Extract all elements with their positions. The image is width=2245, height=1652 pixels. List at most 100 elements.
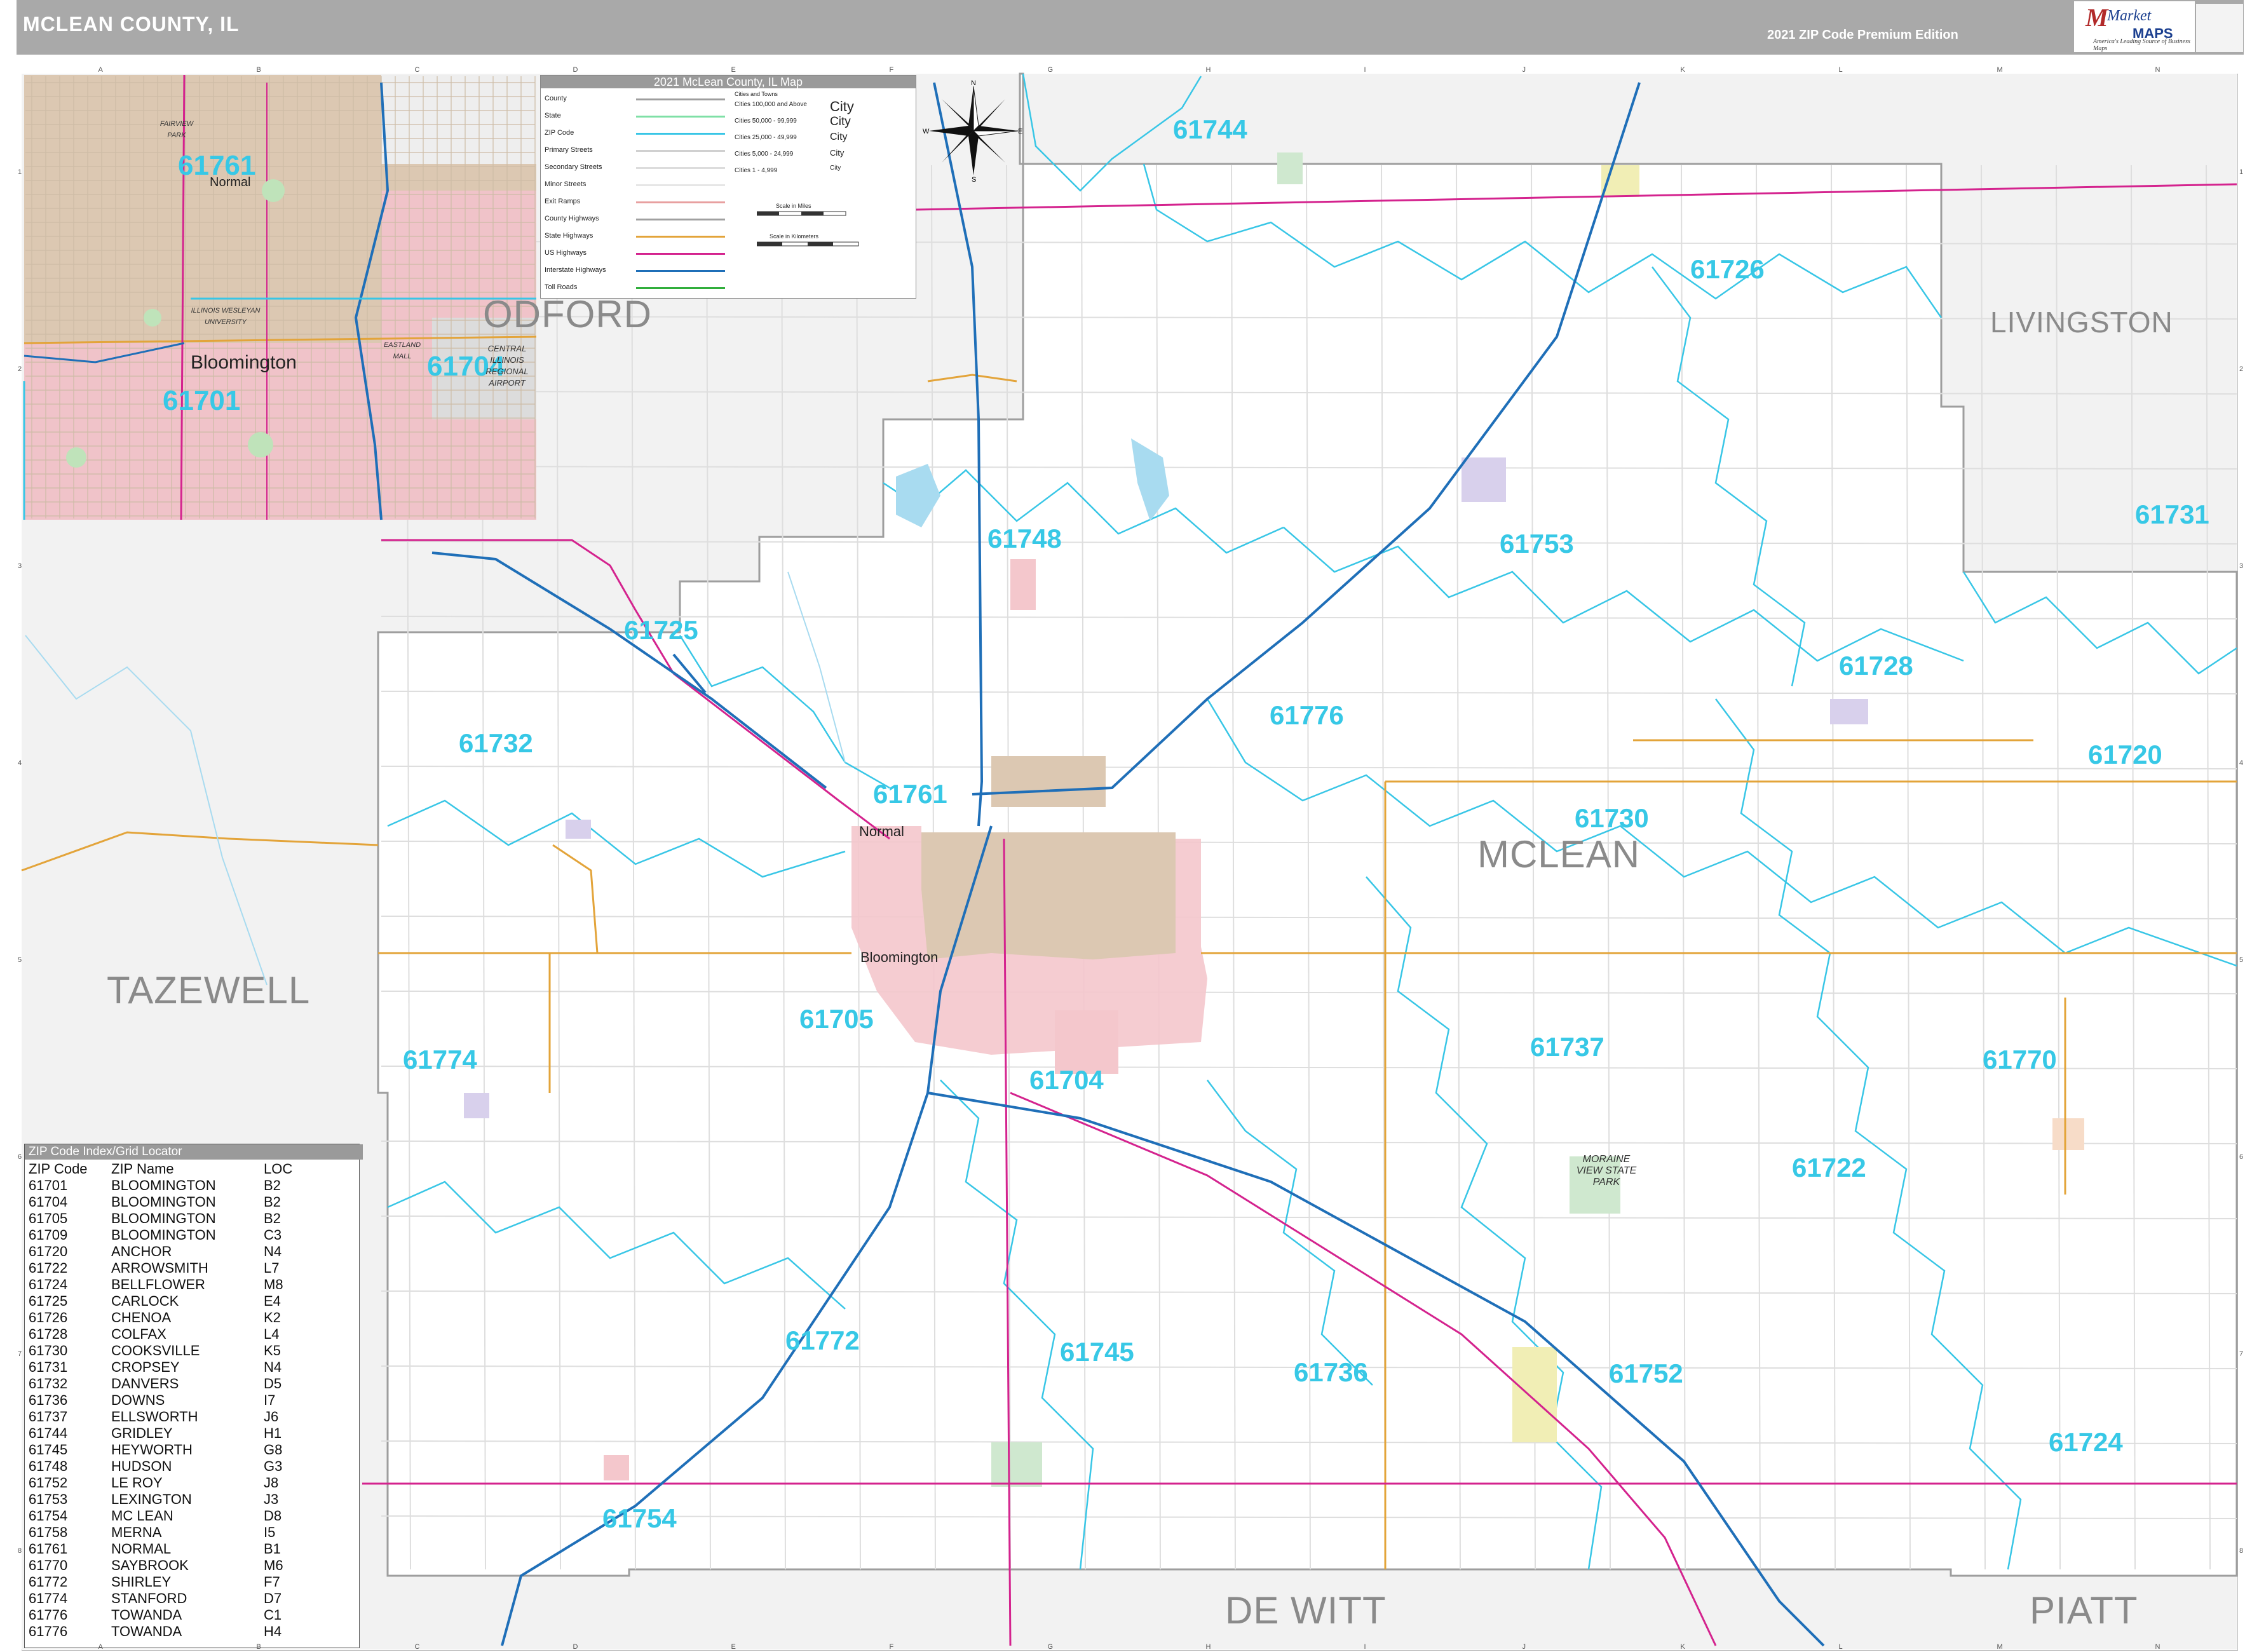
zip-code-cell: 61728 (29, 1326, 68, 1342)
inset-county-label: ODFORD (483, 293, 652, 335)
zip-index-row: 61737 ELLSWORTH J6 (29, 1409, 340, 1425)
zip-code-cell: 61745 (29, 1442, 68, 1458)
inset-city-label: Bloomington (191, 352, 297, 373)
grid-loc-cell: M8 (264, 1276, 283, 1292)
zip-code-cell: 61776 (29, 1623, 68, 1639)
grid-column-label: D (573, 1643, 578, 1651)
grid-row-label: 2 (2239, 365, 2244, 373)
legend-city-sample: City (830, 165, 841, 172)
zip-code-cell: 61776 (29, 1607, 68, 1623)
zip-name-cell: HUDSON (111, 1458, 172, 1474)
grid-column-label: J (1522, 1643, 1526, 1651)
zip-name-cell: ARROWSMITH (111, 1260, 208, 1276)
inset-place-label: ILLINOIS WESLEYAN UNIVERSITY (191, 307, 261, 326)
grid-loc-cell: N4 (264, 1359, 282, 1375)
grid-column-label: K (1680, 1643, 1685, 1651)
zip-label: 61748 (987, 524, 1062, 553)
zip-index-row: 61705 BLOOMINGTON B2 (29, 1210, 340, 1227)
zip-code-cell: 61761 (29, 1541, 68, 1557)
grid-loc-cell: L7 (264, 1260, 280, 1276)
zip-name-cell: CARLOCK (111, 1293, 179, 1309)
legend-line-swatch (636, 150, 725, 152)
legend-item-label: Primary Streets (545, 146, 593, 154)
legend-city-sample: City (830, 148, 844, 158)
zip-code-cell: 61705 (29, 1210, 68, 1226)
zip-index-row: 61732 DANVERS D5 (29, 1376, 340, 1392)
zip-name-cell: MERNA (111, 1524, 162, 1540)
legend-item-label: County Highways (545, 215, 599, 222)
zip-label: 61753 (1500, 529, 1574, 559)
zip-index-row: 61774 STANFORD D7 (29, 1590, 340, 1607)
zip-index-row: 61725 CARLOCK E4 (29, 1293, 340, 1310)
zip-name-cell: ELLSWORTH (111, 1409, 198, 1425)
legend-line-swatch (636, 236, 725, 238)
zip-index-row: 61726 CHENOA K2 (29, 1310, 340, 1326)
zip-label: 61720 (2088, 740, 2162, 769)
grid-row-label: 6 (18, 1153, 22, 1161)
zip-index-row: 61744 GRIDLEY H1 (29, 1425, 340, 1442)
grid-column-label: J (1522, 66, 1526, 74)
zip-code-cell: 61774 (29, 1590, 68, 1606)
grid-row-label: 4 (18, 759, 22, 767)
legend-city-class: Cities 1 - 4,999 (735, 167, 778, 174)
zip-name-cell: TOWANDA (111, 1623, 182, 1639)
legend-line-swatch (636, 98, 725, 100)
zip-index-panel: ZIP Code Index/Grid Locator ZIP Code ZIP… (24, 1144, 363, 1648)
zip-code-cell: 61726 (29, 1310, 68, 1325)
grid-loc-cell: J6 (264, 1409, 279, 1425)
legend-city-class: Cities 25,000 - 49,999 (735, 134, 797, 141)
zip-name-cell: BLOOMINGTON (111, 1227, 216, 1243)
zip-code-cell: 61744 (29, 1425, 68, 1441)
legend-cities-heading: Cities and Towns (735, 91, 778, 97)
grid-column-label: B (256, 66, 261, 74)
grid-loc-cell: I5 (264, 1524, 276, 1540)
compass-e: E (1018, 128, 1022, 135)
zip-index-row: 61754 MC LEAN D8 (29, 1508, 340, 1524)
legend-city-class: Cities 100,000 and Above (735, 101, 807, 108)
zip-index-row: 61772 SHIRLEY F7 (29, 1574, 340, 1590)
zip-name-cell: BLOOMINGTON (111, 1194, 216, 1210)
legend-item-label: County (545, 95, 567, 102)
zip-name-cell: CROPSEY (111, 1359, 180, 1375)
zip-code-cell: 61731 (29, 1359, 68, 1375)
legend-scale-km: Scale in Kilometers (770, 233, 819, 240)
zip-code-cell: 61754 (29, 1508, 68, 1524)
grid-loc-cell: H4 (264, 1623, 282, 1639)
grid-loc-cell: G8 (264, 1442, 283, 1458)
legend-line-swatch (636, 253, 725, 255)
grid-loc-cell: C1 (264, 1607, 282, 1623)
zip-label: 61772 (785, 1325, 860, 1355)
zip-label: 61725 (624, 615, 698, 645)
grid-column-label: A (98, 1643, 103, 1651)
legend-title: 2021 McLean County, IL Map (541, 76, 916, 88)
city-label: Bloomington (860, 949, 939, 965)
grid-loc-cell: B2 (264, 1210, 281, 1226)
zip-code-cell: 61701 (29, 1177, 68, 1193)
grid-loc-cell: E4 (264, 1293, 281, 1309)
zip-index-title: ZIP Code Index/Grid Locator (25, 1144, 363, 1160)
col-header-zip: ZIP Code (29, 1161, 88, 1177)
zip-code-cell: 61748 (29, 1458, 68, 1474)
zip-index-row: 61770 SAYBROOK M6 (29, 1557, 340, 1574)
zip-label: 61724 (2049, 1427, 2123, 1457)
zip-name-cell: SAYBROOK (111, 1557, 189, 1573)
scale-bar-miles (757, 211, 846, 216)
grid-column-label: F (889, 1643, 894, 1651)
zip-name-cell: STANFORD (111, 1590, 187, 1606)
grid-row-label: 1 (2239, 168, 2244, 176)
zip-label: 61704 (1029, 1065, 1104, 1095)
grid-row-label: 3 (2239, 562, 2244, 570)
grid-loc-cell: D5 (264, 1376, 282, 1391)
zip-label: 61731 (2135, 499, 2209, 529)
zip-index-row: 61704 BLOOMINGTON B2 (29, 1194, 340, 1210)
legend-item-label: State (545, 112, 561, 119)
zip-name-cell: ANCHOR (111, 1243, 172, 1259)
zip-name-cell: GRIDLEY (111, 1425, 173, 1441)
zip-label: 61722 (1792, 1153, 1866, 1182)
zip-index-row: 61728 COLFAX L4 (29, 1326, 340, 1343)
zip-code-cell: 61770 (29, 1557, 68, 1573)
compass-s: S (972, 176, 976, 182)
zip-label: 61776 (1270, 700, 1344, 730)
grid-loc-cell: K2 (264, 1310, 281, 1325)
grid-column-label: L (1838, 1643, 1843, 1651)
